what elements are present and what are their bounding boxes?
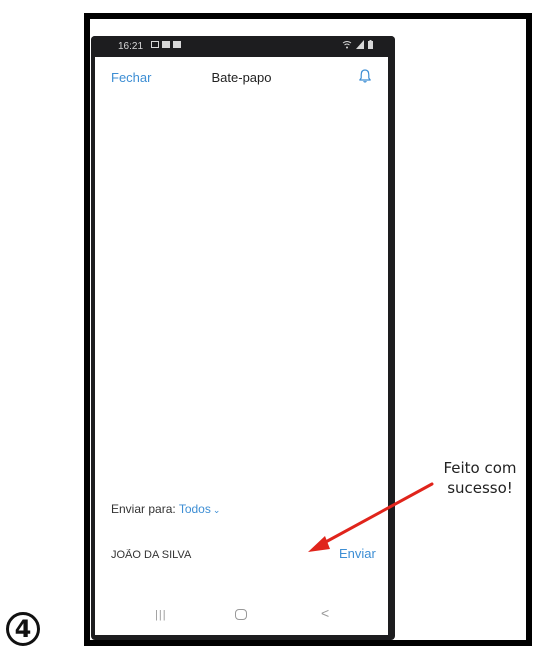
image-notification-icon: [162, 41, 170, 48]
tutorial-step: 4 16:21 Fechar Bate-papo Enviar para: To…: [0, 0, 550, 655]
recipient-value: Todos: [178, 502, 211, 516]
send-button[interactable]: Enviar: [339, 546, 376, 561]
page-title: Bate-papo: [211, 70, 272, 85]
chevron-down-icon: ⌄: [212, 505, 221, 515]
signal-icon: [356, 40, 364, 49]
home-button[interactable]: [235, 609, 247, 620]
phone-screen: 16:21 Fechar Bate-papo Enviar para: Todo…: [91, 36, 395, 640]
recents-button[interactable]: |||: [155, 609, 167, 621]
chat-screen: Fechar Bate-papo Enviar para: Todos⌄ Env…: [95, 57, 388, 635]
bell-icon[interactable]: [357, 68, 373, 84]
status-bar: 16:21: [91, 36, 395, 57]
success-annotation: Feito com sucesso!: [430, 458, 530, 498]
annotation-line-2: sucesso!: [447, 479, 513, 497]
system-icons: [342, 40, 373, 49]
wifi-icon: [342, 41, 352, 49]
notification-icons: [151, 41, 181, 48]
battery-icon: [368, 40, 373, 49]
send-to-label: Enviar para:: [111, 502, 176, 516]
message-notification-icon: [151, 41, 159, 48]
chat-header: Fechar Bate-papo: [95, 57, 388, 93]
gallery-notification-icon: [173, 41, 181, 48]
back-button[interactable]: <: [321, 605, 329, 621]
send-to-row: Enviar para: Todos ⌄: [111, 502, 220, 516]
annotation-line-1: Feito com: [443, 459, 517, 477]
recipient-dropdown[interactable]: Todos ⌄: [179, 502, 221, 516]
message-input[interactable]: [111, 546, 301, 564]
step-number-badge: 4: [6, 612, 40, 646]
system-nav-bar: ||| <: [95, 589, 388, 635]
status-time: 16:21: [118, 41, 144, 52]
